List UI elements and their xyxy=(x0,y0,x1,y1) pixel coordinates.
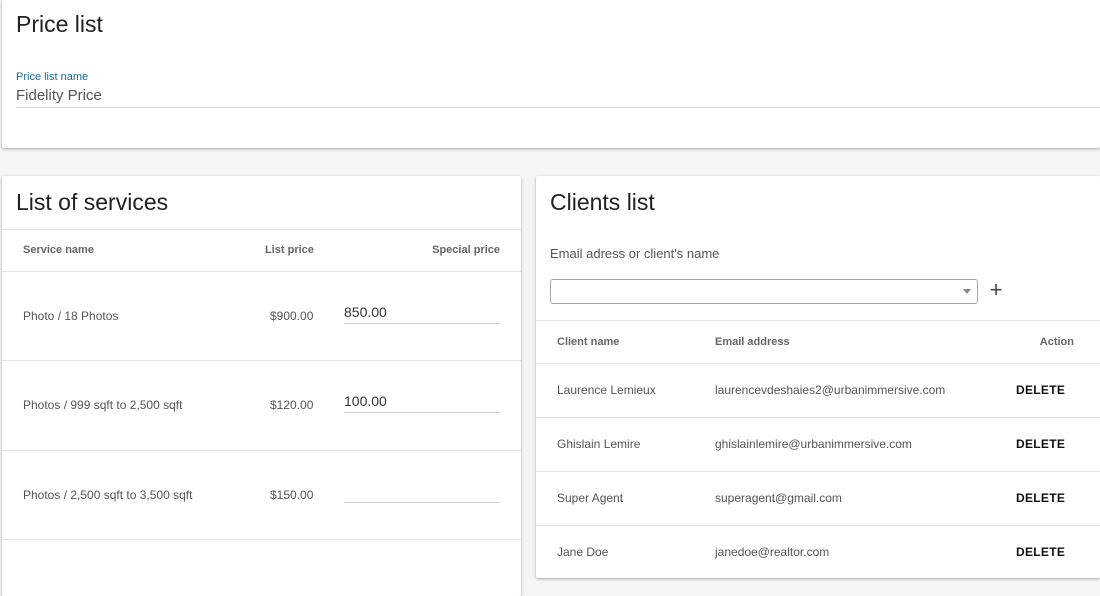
list-price: $120.00 xyxy=(270,398,314,412)
list-price: $150.00 xyxy=(270,488,314,502)
client-email: superagent@gmail.com xyxy=(715,491,842,505)
price-list-name-input[interactable]: Fidelity Price xyxy=(16,87,102,104)
divider xyxy=(2,539,521,540)
divider xyxy=(536,525,1100,526)
clients-title: Clients list xyxy=(550,189,655,215)
page-title: Price list xyxy=(16,11,103,37)
divider xyxy=(2,229,521,230)
price-list-card: Price list Price list name Fidelity Pric… xyxy=(2,0,1100,148)
add-client-button[interactable]: + xyxy=(986,278,1006,302)
special-price-input[interactable] xyxy=(344,390,500,413)
delete-button[interactable]: DELETE xyxy=(1016,491,1065,505)
client-email: ghislainlemire@urbanimmersive.com xyxy=(715,437,912,451)
header-service-name: Service name xyxy=(23,244,94,256)
price-list-name-label: Price list name xyxy=(16,71,89,83)
client-name: Ghislain Lemire xyxy=(557,437,641,451)
divider xyxy=(2,450,521,451)
services-title: List of services xyxy=(16,189,169,215)
plus-icon: + xyxy=(989,277,1003,302)
header-list-price: List price xyxy=(265,244,314,256)
header-action: Action xyxy=(1039,336,1074,348)
client-email: laurencevdeshaies2@urbanimmersive.com xyxy=(715,383,946,397)
client-search-hint: Email adress or client's name xyxy=(550,246,720,261)
divider xyxy=(2,360,521,361)
delete-button[interactable]: DELETE xyxy=(1016,437,1065,451)
divider xyxy=(536,320,1100,321)
divider xyxy=(536,363,1100,364)
header-special-price: Special price xyxy=(432,244,500,256)
service-name: Photos / 2,500 sqft to 3,500 sqft xyxy=(23,488,193,502)
client-name: Jane Doe xyxy=(557,545,609,559)
service-name: Photo / 18 Photos xyxy=(23,309,119,323)
special-price-input[interactable] xyxy=(344,480,500,503)
list-price: $900.00 xyxy=(270,309,314,323)
divider xyxy=(536,471,1100,472)
client-select[interactable] xyxy=(550,279,978,304)
delete-button[interactable]: DELETE xyxy=(1016,383,1065,397)
price-list-name-underline xyxy=(16,107,1100,108)
services-card: List of services Service name List price… xyxy=(2,176,521,596)
delete-button[interactable]: DELETE xyxy=(1016,545,1065,559)
client-name: Laurence Lemieux xyxy=(557,383,656,397)
header-email: Email address xyxy=(715,336,790,348)
chevron-down-icon xyxy=(963,289,971,294)
service-name: Photos / 999 sqft to 2,500 sqft xyxy=(23,398,183,412)
header-client-name: Client name xyxy=(557,336,620,348)
client-email: janedoe@realtor.com xyxy=(715,545,830,559)
special-price-input[interactable] xyxy=(344,301,500,324)
divider xyxy=(2,271,521,272)
divider xyxy=(536,417,1100,418)
clients-card: Clients list Email adress or client's na… xyxy=(536,176,1100,578)
client-name: Super Agent xyxy=(557,491,624,505)
